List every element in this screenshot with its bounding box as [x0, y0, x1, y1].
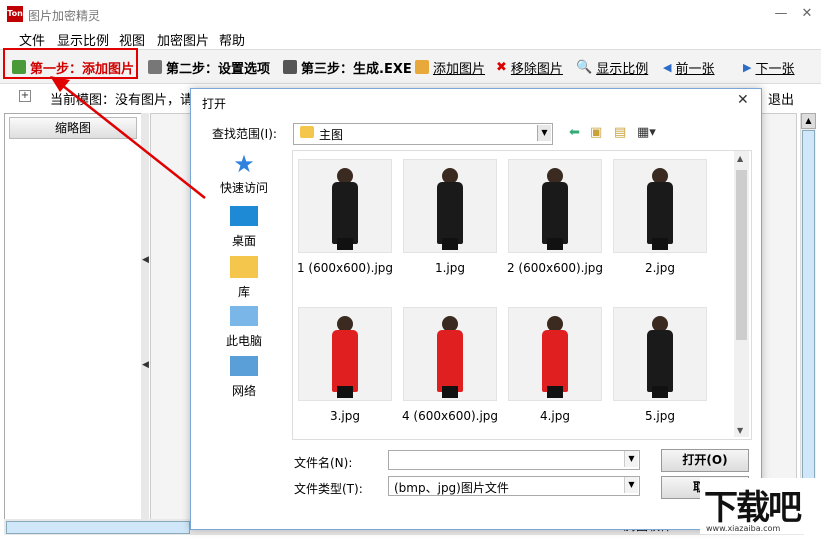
file-item[interactable]: 1.jpg	[400, 159, 500, 275]
filetype-value: (bmp、jpg)图片文件	[394, 481, 509, 495]
collapse-left-icon-2[interactable]: ◀	[142, 360, 149, 370]
file-name: 1.jpg	[434, 261, 466, 275]
next-image-button[interactable]: ▶ 下一张	[743, 58, 794, 77]
file-list[interactable]: 1 (600x600).jpg 1.jpg 2 (600x600).jpg 2.jpg…	[292, 150, 752, 440]
collapse-left-icon[interactable]: ◀	[142, 255, 149, 265]
app-icon: Ton	[7, 6, 23, 22]
file-name: 4 (600x600).jpg	[401, 409, 499, 423]
image-thumbnail	[613, 307, 707, 401]
computer-icon	[283, 60, 297, 74]
step1-highlight-box	[3, 48, 138, 79]
menu-bar: 文件 显示比例 视图 加密图片 帮助	[0, 28, 821, 49]
menu-view[interactable]: 视图	[119, 30, 145, 49]
prev-image-button[interactable]: ◀ 前一张	[663, 58, 714, 77]
file-name: 2.jpg	[644, 261, 676, 275]
image-thumbnail	[298, 159, 392, 253]
scroll-up-icon[interactable]: ▲	[801, 113, 816, 129]
expand-icon[interactable]: +	[19, 90, 31, 102]
filetype-label: 文件类型(T):	[294, 482, 363, 496]
scroll-down-icon[interactable]: ▼	[737, 426, 743, 435]
look-in-label: 查找范围(I):	[212, 127, 277, 141]
dialog-close-button[interactable]: ✕	[737, 92, 749, 108]
folder-icon	[300, 126, 314, 138]
scroll-up-icon[interactable]: ▲	[737, 154, 743, 163]
step3-generate-button[interactable]: 第三步：生成.EXE	[283, 58, 412, 77]
star-icon: ★	[233, 150, 255, 178]
arrow-right-icon: ▶	[743, 60, 752, 74]
open-button[interactable]: 打开(O)	[661, 449, 749, 472]
place-network[interactable]: 网络	[210, 356, 278, 399]
image-thumbnail	[613, 159, 707, 253]
file-item[interactable]: 5.jpg	[610, 307, 710, 423]
menu-help[interactable]: 帮助	[219, 30, 245, 49]
menu-file[interactable]: 文件	[19, 30, 45, 49]
settings-icon	[148, 60, 162, 74]
file-item[interactable]: 2 (600x600).jpg	[505, 159, 605, 275]
file-item[interactable]: 3.jpg	[295, 307, 395, 423]
zoom-icon: 🔍	[576, 59, 593, 75]
file-list-scroll-thumb[interactable]	[736, 170, 747, 340]
title-bar	[0, 0, 821, 28]
watermark-text: 下载吧	[704, 488, 802, 528]
new-folder-icon[interactable]: ▤	[614, 125, 626, 140]
file-item[interactable]: 4.jpg	[505, 307, 605, 423]
folder-add-icon	[415, 60, 429, 74]
image-thumbnail	[298, 307, 392, 401]
chevron-down-icon[interactable]: ▼	[624, 451, 638, 467]
watermark-url: www.xiazaiba.com	[706, 524, 781, 533]
file-item[interactable]: 4 (600x600).jpg	[400, 307, 500, 423]
file-item[interactable]: 1 (600x600).jpg	[295, 159, 395, 275]
file-name: 1 (600x600).jpg	[296, 261, 394, 275]
up-folder-icon[interactable]: ▣	[590, 125, 602, 140]
file-name: 5.jpg	[644, 409, 676, 423]
look-in-value: 主图	[319, 128, 344, 142]
image-thumbnail	[508, 307, 602, 401]
desktop-icon	[230, 206, 258, 226]
back-icon[interactable]: ⬅	[569, 125, 580, 140]
place-desktop[interactable]: 桌面	[210, 206, 278, 249]
horizontal-scroll-thumb[interactable]	[6, 521, 190, 534]
menu-zoom[interactable]: 显示比例	[57, 30, 109, 49]
place-this-pc[interactable]: 此电脑	[210, 306, 278, 349]
panel-splitter[interactable]	[141, 113, 149, 519]
places-bar: ★ 快速访问 桌面 库 此电脑 网络	[210, 150, 278, 420]
view-menu-icon[interactable]: ▦▾	[637, 125, 656, 140]
file-name: 2 (600x600).jpg	[506, 261, 604, 275]
zoom-ratio-button[interactable]: 🔍 显示比例	[576, 58, 648, 77]
image-thumbnail	[508, 159, 602, 253]
file-name: 4.jpg	[539, 409, 571, 423]
library-icon	[230, 256, 258, 278]
network-icon	[230, 356, 258, 376]
place-quick-access[interactable]: ★ 快速访问	[210, 152, 278, 196]
vertical-scroll-thumb[interactable]	[802, 130, 815, 512]
chevron-down-icon[interactable]: ▼	[537, 125, 551, 141]
minimize-button[interactable]: —	[770, 4, 792, 24]
current-image-text: 当前模图：没有图片，请点	[50, 93, 207, 108]
close-button[interactable]: ✕	[796, 4, 818, 24]
image-thumbnail	[403, 159, 497, 253]
filename-label: 文件名(N):	[294, 456, 353, 470]
thumbnail-header[interactable]: 缩略图	[9, 117, 137, 139]
menu-encrypt[interactable]: 加密图片	[157, 30, 209, 49]
chevron-down-icon[interactable]: ▼	[624, 477, 638, 493]
filename-input[interactable]	[388, 450, 640, 470]
file-name: 3.jpg	[329, 409, 361, 423]
place-library[interactable]: 库	[210, 256, 278, 300]
remove-icon: ✖	[496, 59, 507, 75]
add-image-button[interactable]: 添加图片	[415, 58, 485, 77]
dialog-title: 打开	[202, 97, 227, 111]
arrow-left-icon: ◀	[663, 60, 672, 74]
window-title: 图片加密精灵	[28, 9, 101, 23]
step2-settings-button[interactable]: 第二步：设置选项	[148, 58, 270, 77]
remove-image-button[interactable]: ✖ 移除图片	[496, 58, 563, 77]
file-item[interactable]: 2.jpg	[610, 159, 710, 275]
image-thumbnail	[403, 307, 497, 401]
exit-link[interactable]: 退出	[768, 89, 794, 108]
computer-icon	[230, 306, 258, 326]
thumbnail-panel	[4, 113, 142, 521]
